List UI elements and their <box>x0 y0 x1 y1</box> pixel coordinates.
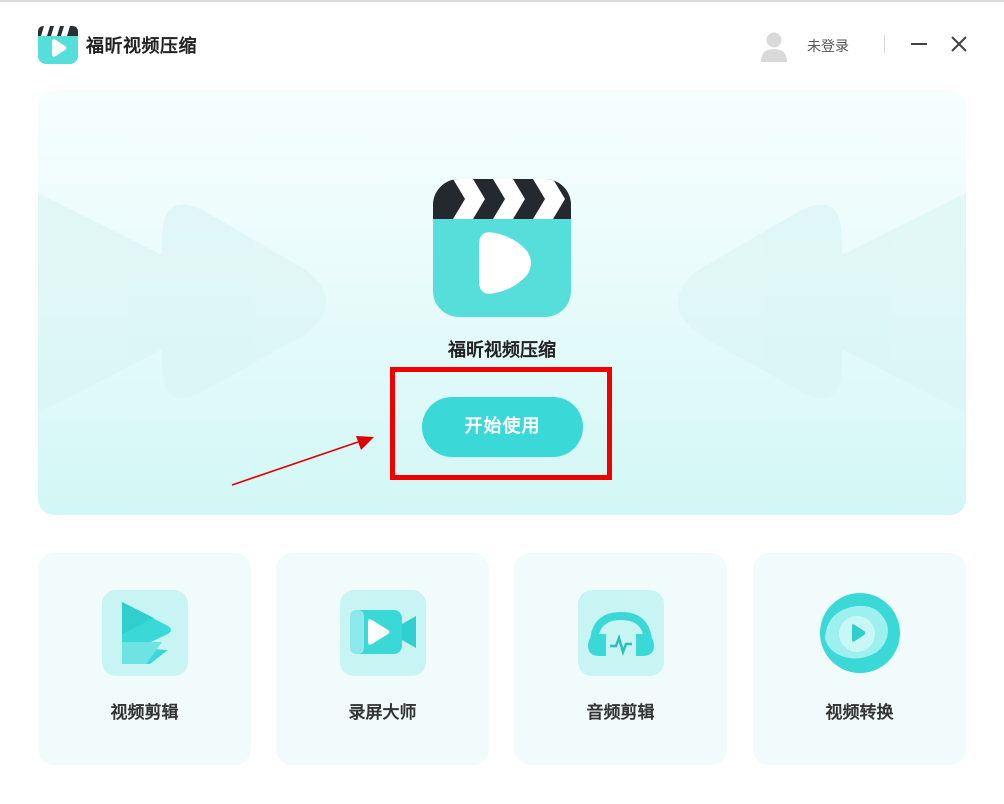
app-window: 福昕视频压缩 未登录 福昕视频压缩 开始使用 视频剪辑 录屏大师 音频剪辑 视频… <box>0 0 1004 804</box>
clapperboard-play-icon <box>433 179 571 317</box>
feature-label: 视频剪辑 <box>110 703 179 723</box>
video-convert-icon <box>817 590 903 676</box>
feature-card-screen-record[interactable]: 录屏大师 <box>276 553 489 765</box>
user-avatar-icon[interactable] <box>760 30 788 62</box>
close-icon[interactable] <box>947 32 971 56</box>
hero-banner: 福昕视频压缩 开始使用 <box>38 90 966 515</box>
title-bar: 福昕视频压缩 未登录 <box>0 2 1004 86</box>
feature-label: 视频转换 <box>825 703 894 723</box>
app-logo-icon <box>38 26 78 64</box>
screen-record-icon <box>340 590 426 676</box>
highlight-box-annotation <box>390 367 612 480</box>
feature-card-audio-edit[interactable]: 音频剪辑 <box>514 553 727 765</box>
title-separator <box>884 35 885 53</box>
hero-title: 福昕视频压缩 <box>448 340 556 361</box>
feature-card-video-convert[interactable]: 视频转换 <box>753 553 966 765</box>
red-arrow-annotation <box>231 436 374 486</box>
app-title: 福昕视频压缩 <box>86 36 197 57</box>
login-status-link[interactable]: 未登录 <box>807 36 849 56</box>
feature-label: 录屏大师 <box>348 703 417 723</box>
video-edit-icon <box>102 590 188 676</box>
feature-card-video-edit[interactable]: 视频剪辑 <box>38 553 251 765</box>
feature-label: 音频剪辑 <box>586 703 655 723</box>
audio-edit-icon <box>578 590 664 676</box>
minimize-icon[interactable] <box>907 32 931 56</box>
